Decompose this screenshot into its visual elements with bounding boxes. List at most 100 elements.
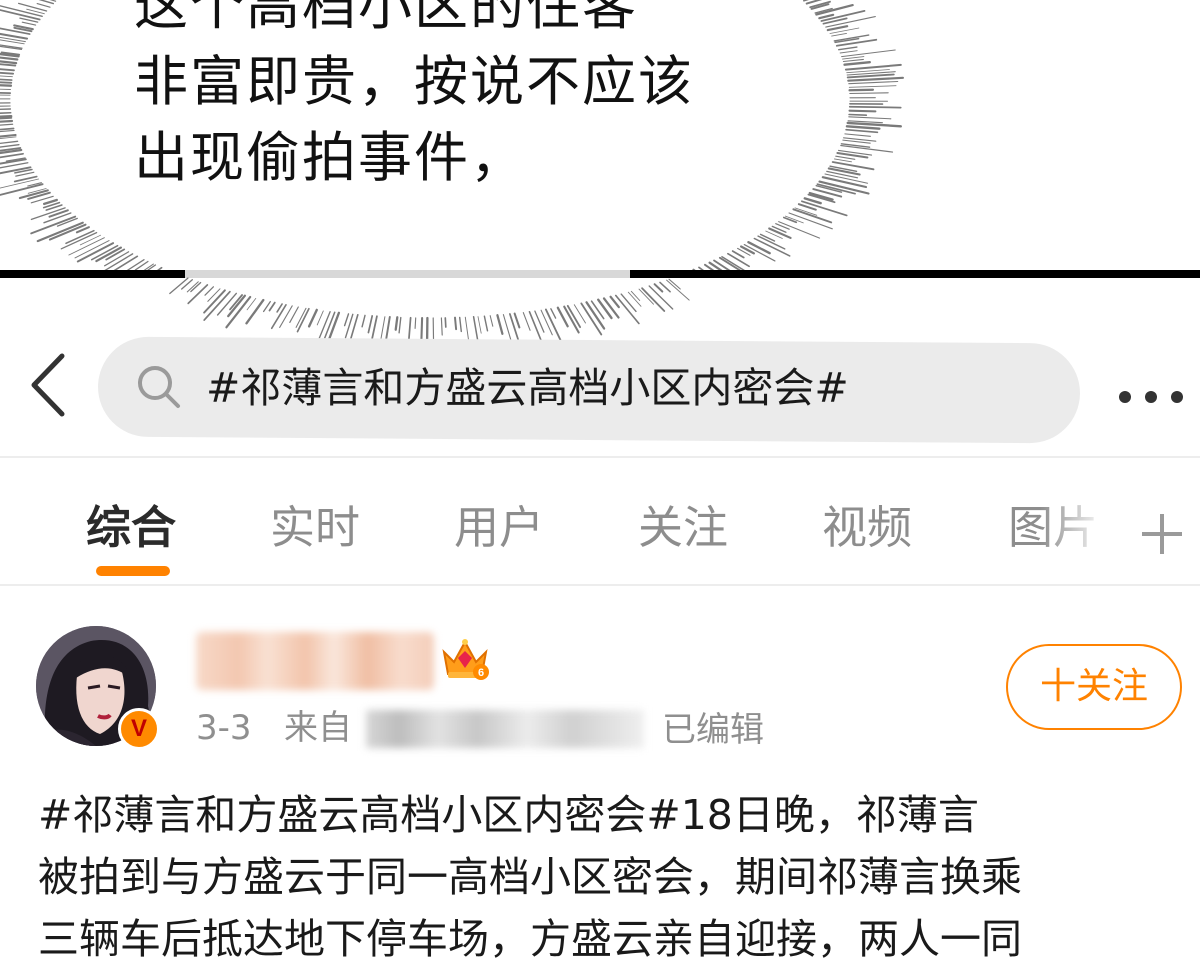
speech-ray: [208, 289, 220, 302]
speech-ray: [845, 62, 870, 64]
speech-ray: [639, 289, 654, 304]
comic-panel-border: [0, 270, 1200, 278]
speech-ray: [272, 305, 286, 329]
add-tab-icon[interactable]: [1140, 512, 1184, 556]
speech-ray: [503, 315, 512, 340]
speech-ray: [309, 310, 317, 327]
speech-ray: [660, 282, 670, 291]
tab-users[interactable]: 用户: [454, 498, 544, 558]
speech-ray: [846, 65, 901, 70]
speech-ray: [61, 233, 96, 249]
speech-ray: [280, 306, 293, 328]
speech-ray: [0, 67, 14, 71]
speech-ray: [362, 315, 365, 326]
speech-ray: [490, 316, 493, 327]
speech-ray: [849, 82, 898, 84]
speech-ray: [323, 312, 334, 340]
post-body-line: 被拍到与方盛云于同一高档小区密会，期间祁薄言换乘: [38, 846, 1178, 908]
speech-ray: [843, 57, 864, 60]
speech-ray: [0, 77, 12, 80]
speech-ray: [66, 231, 94, 244]
speech-ray: [604, 298, 619, 317]
speech-ray: [621, 294, 636, 311]
speech-ray: [839, 47, 857, 50]
speech-ray: [204, 292, 230, 320]
speech-ray: [574, 305, 585, 323]
speech-ray: [842, 50, 896, 57]
search-query-text[interactable]: #祁薄言和方盛云高档小区内密会#: [206, 362, 849, 414]
follow-button[interactable]: 十关注: [1006, 644, 1182, 730]
speech-ray: [270, 303, 275, 311]
speech-ray: [546, 310, 561, 341]
speech-ray: [581, 303, 601, 334]
speech-ray: [421, 318, 422, 340]
speech-ray: [484, 316, 487, 331]
speech-ray: [346, 314, 353, 337]
more-icon[interactable]: [1116, 388, 1186, 406]
speech-ray: [399, 318, 401, 333]
speech-ray: [0, 84, 11, 86]
verified-badge: V: [118, 708, 160, 750]
speech-ray: [850, 90, 873, 91]
speech-ray: [409, 318, 411, 340]
speech-ray: [247, 300, 264, 323]
speech-ray: [631, 291, 639, 300]
speech-ray: [741, 247, 754, 254]
tab-video[interactable]: 视频: [822, 498, 912, 558]
back-icon[interactable]: [28, 352, 68, 418]
post-body[interactable]: #祁薄言和方盛云高档小区内密会#18日晚，祁薄言 被拍到与方盛云于同一高档小区密…: [38, 784, 1178, 970]
speech-bubble-text: 这个高档小区的住客 非富即贵，按说不应该 出现偷拍事件，: [134, 0, 694, 196]
speech-ray: [80, 235, 100, 245]
speech-line: 这个高档小区的住客: [134, 0, 694, 44]
speech-ray: [381, 317, 385, 340]
speech-ray: [846, 130, 877, 133]
speech-ray: [187, 282, 198, 292]
speech-ray: [350, 315, 358, 340]
tab-following[interactable]: 关注: [638, 498, 728, 558]
speech-ray: [0, 81, 11, 83]
speech-ray: [616, 296, 639, 324]
speech-ray: [836, 156, 855, 159]
speech-ray: [850, 93, 888, 94]
speech-ray: [318, 312, 330, 340]
speech-ray: [0, 124, 13, 127]
speech-ray: [182, 280, 193, 289]
tab-comprehensive[interactable]: 综合: [86, 498, 176, 558]
speech-ray: [317, 311, 323, 325]
tabs-divider: [0, 584, 1200, 586]
speech-ray: [515, 314, 520, 328]
speech-ray: [834, 159, 851, 162]
comic-panel: 这个高档小区的住客 非富即贵，按说不应该 出现偷拍事件，: [0, 0, 1200, 275]
speech-ray: [0, 75, 12, 77]
speech-ray: [849, 117, 891, 119]
speech-ray: [832, 33, 847, 36]
speech-ray: [558, 308, 568, 327]
post-source-label: 来自: [284, 708, 352, 748]
speech-ray: [0, 89, 11, 90]
speech-ray: [793, 209, 831, 222]
speech-ray: [247, 298, 256, 309]
speech-ray: [541, 310, 552, 335]
speech-ray: [415, 318, 416, 329]
speech-ray: [628, 292, 641, 306]
post-date: 3-3: [196, 708, 252, 748]
speech-ray: [277, 304, 282, 312]
speech-ray: [848, 78, 903, 81]
speech-ray: [368, 316, 372, 333]
tab-realtime[interactable]: 实时: [270, 498, 360, 558]
speech-ray: [850, 111, 876, 112]
speech-ray: [587, 302, 605, 328]
speech-ray: [441, 318, 442, 335]
speech-line: 出现偷拍事件，: [134, 120, 694, 196]
speech-ray: [204, 290, 225, 312]
speech-ray: [849, 115, 866, 116]
username-blurred[interactable]: [196, 632, 434, 690]
speech-ray: [592, 301, 604, 318]
header-divider: [0, 456, 1200, 458]
speech-ray: [850, 107, 901, 108]
speech-ray: [551, 309, 556, 318]
speech-ray: [218, 293, 237, 315]
speech-ray: [535, 311, 544, 332]
speech-ray: [370, 316, 377, 340]
speech-ray: [396, 317, 398, 329]
